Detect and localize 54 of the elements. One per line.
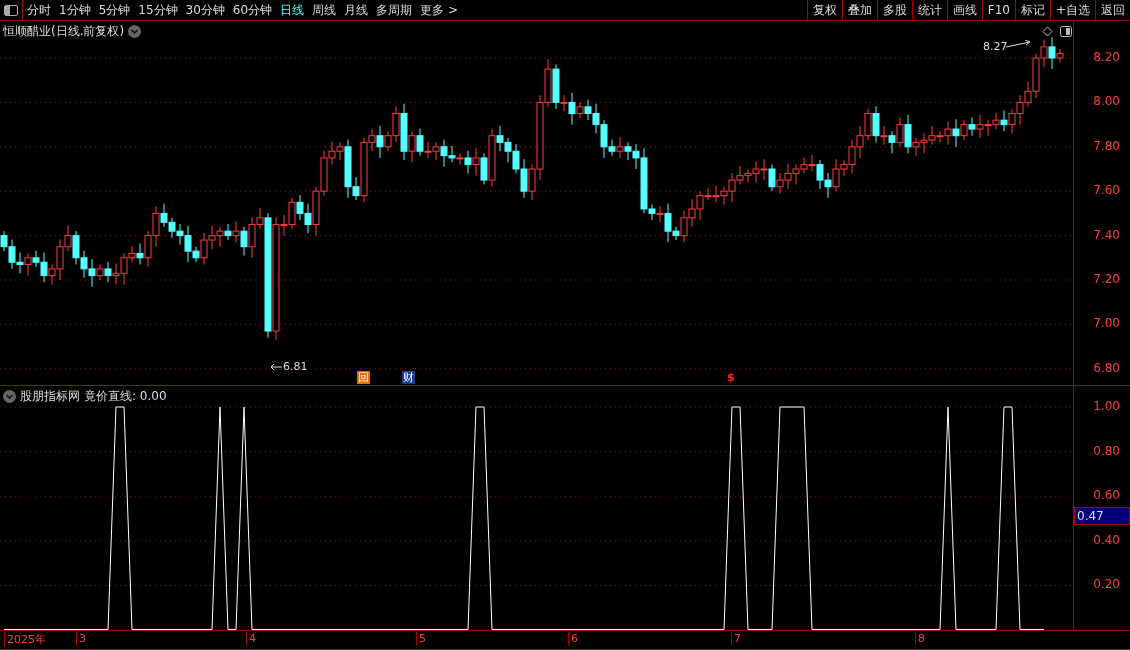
date-label: 4 (246, 632, 256, 645)
indicator-tick: 0.60 (1093, 488, 1120, 503)
indicator-tick: 0.20 (1093, 577, 1120, 592)
price-tick: 7.80 (1093, 138, 1120, 153)
indicator-reading: 竟价直线: 0.00 (84, 388, 167, 405)
period-tab[interactable]: 月线 (340, 0, 373, 20)
period-tab[interactable]: 60分钟 (228, 0, 277, 20)
toolbar-button[interactable]: 复权 (806, 0, 842, 20)
high-price-label: 8.27 (983, 40, 1008, 53)
panel-icon[interactable] (1060, 26, 1072, 37)
indicator-tick: 1.00 (1093, 399, 1120, 413)
low-price-label: 6.81 (283, 360, 308, 373)
period-tab[interactable]: 1分钟 (55, 0, 95, 20)
price-tick: 7.00 (1093, 316, 1120, 331)
indicator-tick: 0.80 (1093, 443, 1120, 458)
price-tick: 7.20 (1093, 272, 1120, 286)
toolbar-button[interactable]: 叠加 (841, 0, 877, 20)
period-tab[interactable]: 更多 > (416, 0, 462, 20)
event-marker[interactable]: 财 (402, 371, 415, 384)
period-tab[interactable]: 分时 (23, 0, 55, 20)
indicator-tick: 0.40 (1093, 532, 1120, 547)
event-marker[interactable]: $ (726, 371, 736, 384)
price-tick: 8.20 (1093, 50, 1120, 64)
period-tab[interactable]: 周线 (308, 0, 341, 20)
toolbar-button[interactable]: 统计 (911, 0, 947, 20)
toolbar-button[interactable]: +自选 (1049, 0, 1095, 20)
toolbar-button[interactable]: 标记 (1014, 0, 1050, 20)
diamond-icon[interactable] (1042, 26, 1053, 37)
toolbar-button[interactable]: 多股 (876, 0, 912, 20)
period-tab[interactable]: 30分钟 (181, 0, 229, 20)
period-tab[interactable]: 多周期 (372, 0, 417, 20)
arrow-icon (1006, 40, 1032, 48)
period-tab[interactable]: 日线 (276, 0, 309, 20)
price-tick: 7.40 (1093, 227, 1120, 242)
period-tab[interactable]: 15分钟 (134, 0, 182, 20)
price-tick: 7.60 (1093, 183, 1120, 198)
date-label: 6 (568, 632, 578, 645)
date-label: 3 (76, 632, 86, 645)
chart-title: 恒顺醋业(日线.前复权) (3, 23, 125, 40)
arrow-icon (270, 363, 282, 371)
toolbar-button[interactable]: 画线 (946, 0, 982, 20)
date-label: 5 (416, 632, 426, 645)
chevron-down-icon[interactable] (3, 390, 16, 403)
period-tab[interactable]: 5分钟 (94, 0, 135, 20)
indicator-name: 股朋指标网 (20, 388, 80, 405)
toolbar-button[interactable]: 返回 (1095, 0, 1130, 20)
price-tick: 8.00 (1093, 94, 1120, 109)
price-tick: 6.80 (1093, 360, 1120, 375)
date-label: 8 (915, 632, 925, 645)
toolbar-button[interactable]: F10 (981, 0, 1015, 20)
date-label: 7 (731, 632, 741, 645)
cursor-value: 0.47 (1074, 507, 1130, 525)
chevron-down-icon[interactable] (128, 25, 142, 38)
date-label: 2025年 (4, 632, 46, 647)
